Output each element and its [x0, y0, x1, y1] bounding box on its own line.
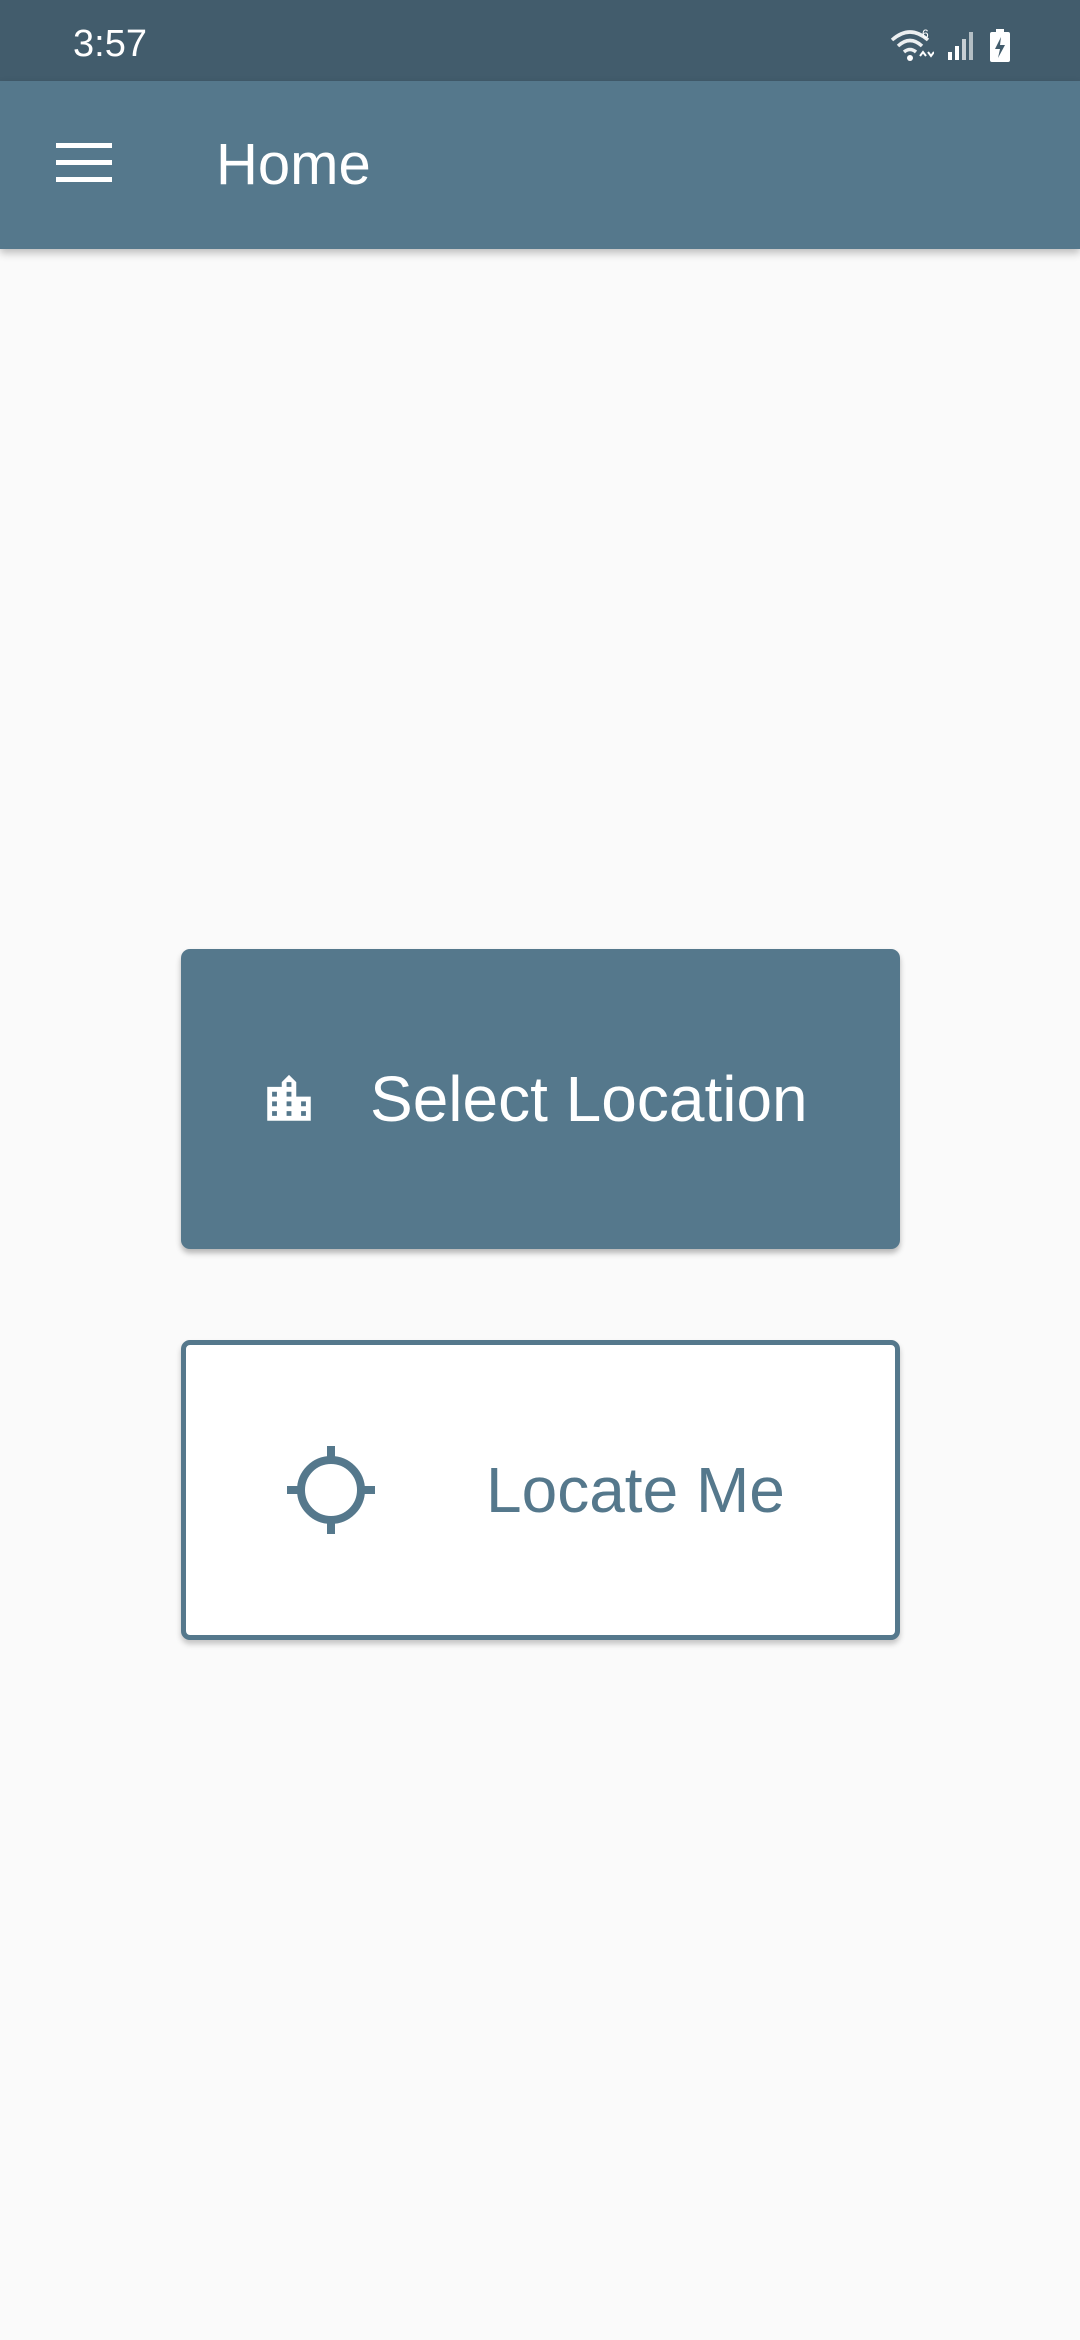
- wifi-badge: 6: [922, 28, 929, 41]
- status-icons: 6: [890, 27, 1012, 69]
- locate-me-label: Locate Me: [486, 1454, 785, 1526]
- locate-me-button[interactable]: Locate Me: [181, 1340, 900, 1640]
- app-bar: Home: [0, 81, 1080, 249]
- city-building-icon: [257, 1067, 321, 1131]
- battery-charging-icon: [988, 28, 1012, 69]
- status-bar: 3:57 6: [0, 0, 1080, 81]
- crosshair-target-icon: [287, 1446, 375, 1534]
- cell-signal-icon: [946, 30, 976, 67]
- select-location-label: Select Location: [370, 1063, 808, 1135]
- status-time: 3:57: [73, 23, 147, 65]
- wifi-icon: 6: [890, 27, 935, 69]
- page-title: Home: [216, 132, 371, 197]
- hamburger-menu-icon: [56, 142, 112, 188]
- home-screen: 3:57 6 Home Select Location Locate Me: [0, 0, 1080, 2340]
- menu-button[interactable]: [40, 121, 128, 209]
- select-location-button[interactable]: Select Location: [181, 949, 900, 1249]
